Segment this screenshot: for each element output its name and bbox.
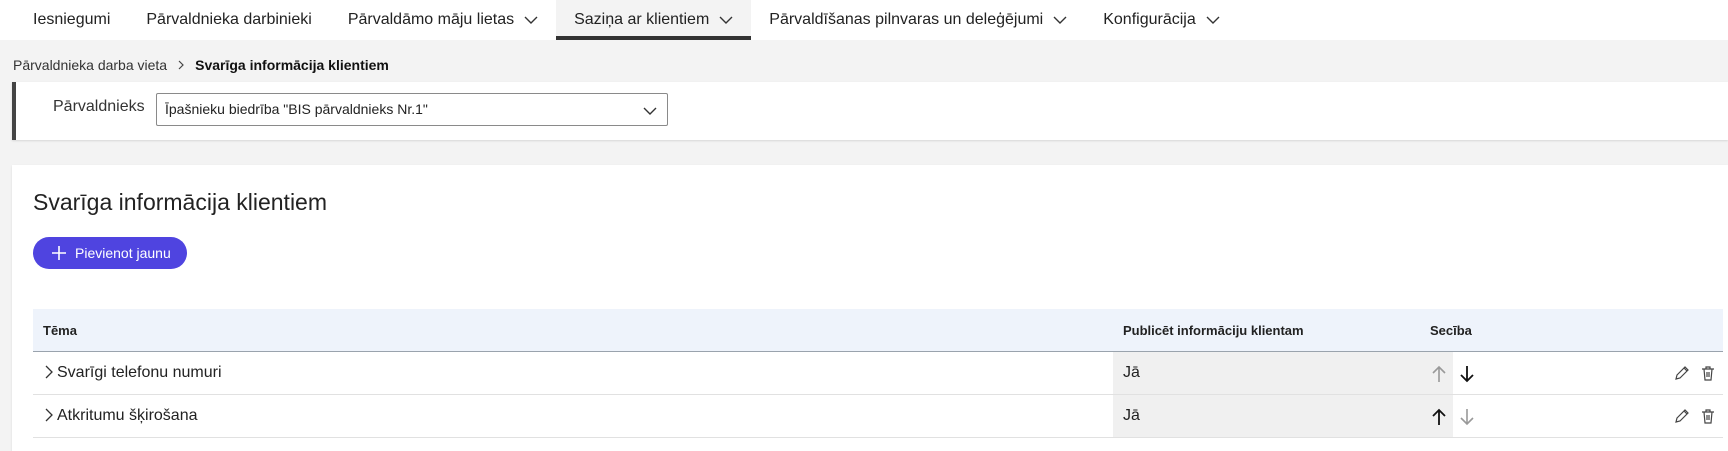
chevron-right-icon[interactable] <box>43 365 55 379</box>
filter-panel: Pārvaldnieks Īpašnieku biedrība "BIS pār… <box>12 82 1728 140</box>
arrow-up-icon[interactable] <box>1430 407 1448 427</box>
chevron-down-icon <box>1053 16 1067 24</box>
nav-item-iesniegumi[interactable]: Iesniegumi <box>15 0 128 40</box>
nav-item-sazina-ar-klientiem[interactable]: Saziņa ar klientiem <box>556 0 752 40</box>
breadcrumb-current: Svarīga informācija klientiem <box>195 57 389 73</box>
nav-item-label: Pārvaldnieka darbinieki <box>146 11 312 28</box>
nav-item-konfiguracija[interactable]: Konfigurācija <box>1085 0 1238 40</box>
trash-icon[interactable] <box>1700 408 1716 424</box>
table-row[interactable]: Svarīgi telefonu numuri Jā <box>33 352 1723 395</box>
chevron-right-icon[interactable] <box>43 408 55 422</box>
arrow-up-icon[interactable] <box>1430 364 1448 384</box>
edit-icon[interactable] <box>1674 365 1690 381</box>
cell-topic: Atkritumu šķirošana <box>57 407 198 424</box>
column-header-topic[interactable]: Tēma <box>43 323 77 338</box>
cell-publish: Jā <box>1123 407 1140 424</box>
arrow-down-icon[interactable] <box>1458 364 1476 384</box>
manager-select-value: Īpašnieku biedrība "BIS pārvaldnieks Nr.… <box>165 101 428 117</box>
manager-select[interactable]: Īpašnieku biedrība "BIS pārvaldnieks Nr.… <box>156 93 668 126</box>
chevron-down-icon <box>643 107 657 115</box>
add-new-button-label: Pievienot jaunu <box>75 245 171 261</box>
chevron-down-icon <box>1206 16 1220 24</box>
column-header-order: Secība <box>1430 323 1472 338</box>
table-header: Tēma Publicēt informāciju klientam Secīb… <box>33 309 1723 352</box>
edit-icon[interactable] <box>1674 408 1690 424</box>
chevron-right-icon <box>178 60 184 70</box>
nav-item-label: Iesniegumi <box>33 11 111 28</box>
chevron-down-icon <box>719 16 733 24</box>
nav-item-label: Pārvaldīšanas pilnvaras un deleģējumi <box>769 11 1044 28</box>
arrow-down-icon[interactable] <box>1458 407 1476 427</box>
nav-item-parvaldamo-maju-lietas[interactable]: Pārvaldāmo māju lietas <box>330 0 556 40</box>
nav-item-label: Konfigurācija <box>1103 11 1196 28</box>
top-navigation: Iesniegumi Pārvaldnieka darbinieki Pārva… <box>0 0 1728 40</box>
chevron-down-icon <box>524 16 538 24</box>
nav-item-parvaldisanas-pilnvaras[interactable]: Pārvaldīšanas pilnvaras un deleģējumi <box>751 0 1085 40</box>
nav-item-label: Pārvaldāmo māju lietas <box>347 11 515 28</box>
add-new-button[interactable]: Pievienot jaunu <box>33 237 187 269</box>
cell-publish: Jā <box>1123 364 1140 381</box>
manager-label: Pārvaldnieks <box>53 98 145 115</box>
content-card: Svarīga informācija klientiem Pievienot … <box>12 165 1728 451</box>
nav-item-parvaldnieka-darbinieki[interactable]: Pārvaldnieka darbinieki <box>128 0 329 40</box>
column-header-publish[interactable]: Publicēt informāciju klientam <box>1123 323 1304 338</box>
nav-item-label: Saziņa ar klientiem <box>574 11 710 28</box>
breadcrumb-link-parent[interactable]: Pārvaldnieka darba vieta <box>13 57 167 73</box>
breadcrumb: Pārvaldnieka darba vieta Svarīga informā… <box>13 55 389 75</box>
info-table: Tēma Publicēt informāciju klientam Secīb… <box>33 309 1723 438</box>
trash-icon[interactable] <box>1700 365 1716 381</box>
table-row[interactable]: Atkritumu šķirošana Jā <box>33 395 1723 438</box>
plus-icon <box>52 246 66 260</box>
cell-topic: Svarīgi telefonu numuri <box>57 364 222 381</box>
page-title: Svarīga informācija klientiem <box>33 189 328 215</box>
